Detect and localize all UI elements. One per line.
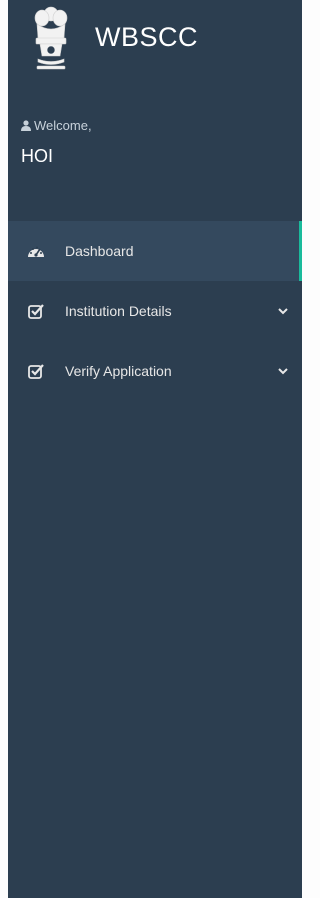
national-emblem-icon [34,6,68,70]
brand-header[interactable]: WBSCC [21,0,301,80]
sidebar-item-label: Verify Application [65,363,172,379]
checkbox-icon [27,363,45,379]
sidebar: WBSCC Welcome, HOI Dashboard Institution… [8,0,302,898]
sidebar-item-institution-details[interactable]: Institution Details [8,281,302,341]
sidebar-item-label: Dashboard [65,243,134,259]
sidebar-item-label: Institution Details [65,303,172,319]
sidebar-item-dashboard[interactable]: Dashboard [8,221,302,281]
sidebar-nav: Dashboard Institution Details Verify App… [8,221,302,401]
user-icon [21,120,31,131]
dashboard-icon [27,243,45,259]
checkbox-icon [27,303,45,319]
chevron-down-icon[interactable] [278,307,288,315]
chevron-down-icon[interactable] [278,367,288,375]
brand-title: WBSCC [95,22,198,52]
sidebar-item-verify-application[interactable]: Verify Application [8,341,302,401]
welcome-row: Welcome, [21,118,92,133]
welcome-label: Welcome, [34,118,92,133]
username: HOI [21,146,54,166]
